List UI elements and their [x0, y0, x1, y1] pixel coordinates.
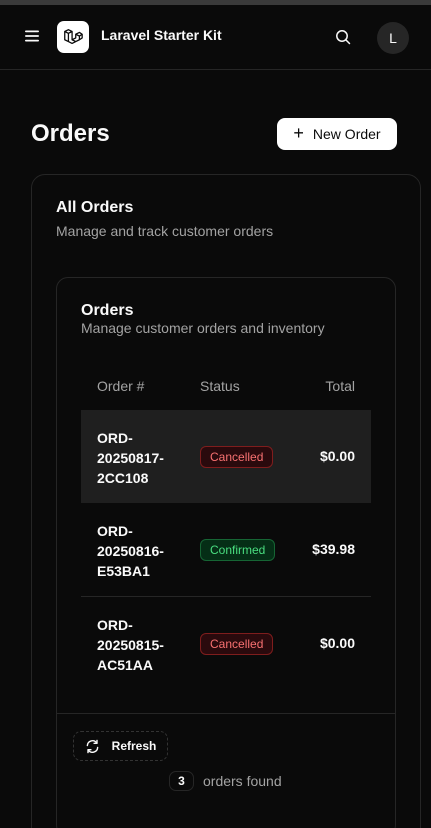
- order-id-line: 2CC108: [97, 470, 149, 486]
- order-id: ORD- 20250815- AC51AA: [97, 615, 187, 675]
- order-id-line: ORD-: [97, 617, 133, 633]
- orders-card-title: Orders: [81, 302, 134, 319]
- menu-icon: [25, 30, 39, 42]
- order-id-line: E53BA1: [97, 563, 150, 579]
- card-footer-divider: [57, 713, 395, 714]
- count-label: orders found: [203, 773, 282, 789]
- refresh-icon: [86, 739, 99, 753]
- laravel-logo-icon: [64, 29, 83, 45]
- order-id-line: AC51AA: [97, 657, 154, 673]
- table-row[interactable]: ORD- 20250815- AC51AA Cancelled $0.00: [81, 596, 371, 689]
- order-total: $39.98: [312, 541, 355, 557]
- status-badge: Cancelled: [200, 446, 274, 468]
- table-row[interactable]: ORD- 20250817- 2CC108 Cancelled $0.00: [81, 410, 371, 503]
- menu-button[interactable]: [22, 26, 42, 46]
- status-badge: Confirmed: [200, 539, 276, 561]
- refresh-label: Refresh: [111, 739, 157, 753]
- order-id-line: 20250817-: [97, 450, 164, 466]
- new-order-button[interactable]: + New Order: [277, 118, 397, 150]
- order-id: ORD- 20250816- E53BA1: [97, 521, 187, 581]
- order-total: $0.00: [319, 448, 355, 464]
- count-badge: 3: [169, 771, 194, 791]
- column-header-total[interactable]: Total: [325, 378, 355, 394]
- new-order-label: New Order: [312, 126, 381, 142]
- order-id-line: 20250815-: [97, 637, 164, 653]
- all-orders-title: All Orders: [56, 199, 134, 216]
- column-header-status[interactable]: Status: [200, 378, 240, 394]
- app-title: Laravel Starter Kit: [101, 27, 222, 43]
- order-id-line: 20250816-: [97, 543, 164, 559]
- order-id-line: ORD-: [97, 523, 133, 539]
- search-icon: [336, 30, 351, 45]
- all-orders-description: Manage and track customer orders: [56, 223, 274, 239]
- orders-count: 3 orders found: [169, 771, 282, 791]
- search-button[interactable]: [333, 27, 353, 47]
- order-total: $0.00: [319, 635, 355, 651]
- app-header: Laravel Starter Kit L: [0, 5, 431, 70]
- orders-card-description: Manage customer orders and inventory: [81, 320, 325, 336]
- user-avatar[interactable]: L: [377, 22, 409, 54]
- refresh-button[interactable]: Refresh: [73, 731, 168, 761]
- order-id: ORD- 20250817- 2CC108: [97, 428, 187, 488]
- column-header-order[interactable]: Order #: [97, 378, 144, 394]
- status-badge: Cancelled: [200, 633, 274, 655]
- order-id-line: ORD-: [97, 430, 133, 446]
- app-logo[interactable]: [57, 21, 89, 53]
- page-title: Orders: [31, 120, 110, 147]
- table-row[interactable]: ORD- 20250816- E53BA1 Confirmed $39.98: [81, 503, 371, 596]
- plus-icon: +: [293, 123, 304, 143]
